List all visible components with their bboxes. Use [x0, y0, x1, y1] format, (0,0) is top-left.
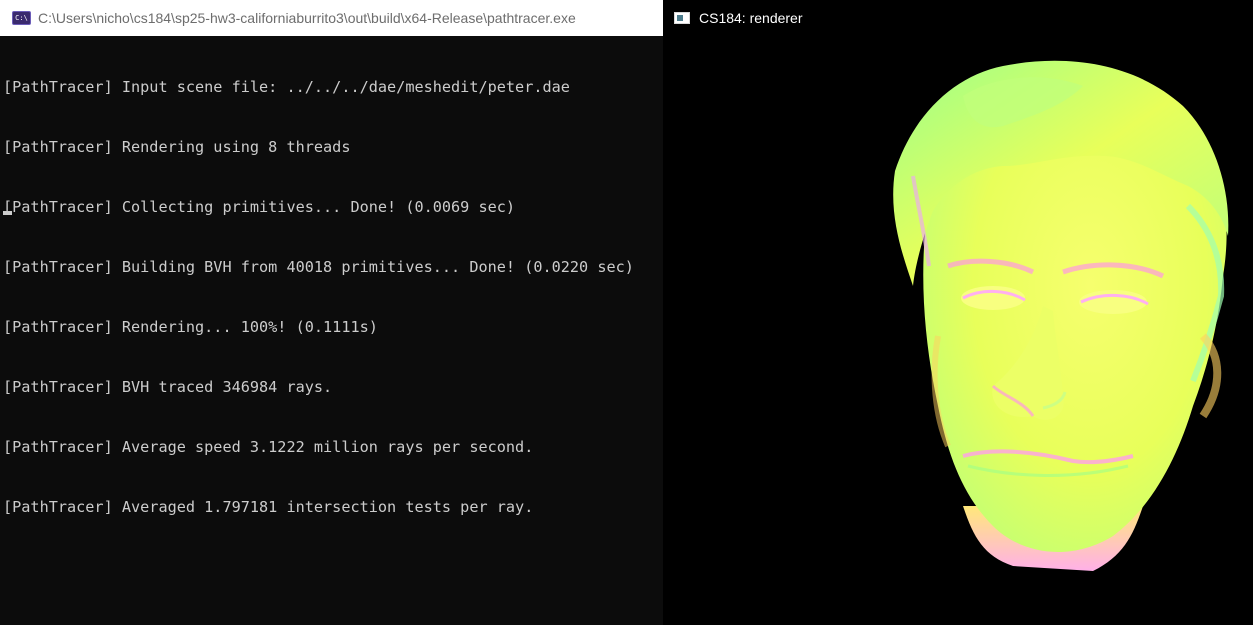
console-line: [PathTracer] Collecting primitives... Do… — [3, 198, 516, 216]
renderer-window-title: CS184: renderer — [699, 10, 803, 26]
console-app-icon: C:\ — [12, 11, 31, 25]
console-output[interactable]: [PathTracer] Input scene file: ../../../… — [0, 36, 663, 557]
console-line: [PathTracer] Average speed 3.1222 millio… — [3, 438, 534, 456]
rendered-head — [893, 60, 1229, 571]
console-titlebar[interactable]: C:\ C:\Users\nicho\cs184\sp25-hw3-califo… — [0, 0, 663, 36]
console-line: [PathTracer] Averaged 1.797181 intersect… — [3, 498, 534, 516]
render-viewport[interactable] — [663, 36, 1253, 625]
console-window-title: C:\Users\nicho\cs184\sp25-hw3-california… — [38, 10, 576, 26]
text-cursor — [3, 211, 12, 215]
console-line: [PathTracer] Building BVH from 40018 pri… — [3, 258, 634, 276]
renderer-titlebar[interactable]: CS184: renderer — [663, 0, 1253, 36]
console-window: C:\ C:\Users\nicho\cs184\sp25-hw3-califo… — [0, 0, 663, 625]
console-line: [PathTracer] Rendering... 100%! (0.1111s… — [3, 318, 378, 336]
app-window-icon — [674, 12, 690, 24]
console-line: [PathTracer] Input scene file: ../../../… — [3, 78, 570, 96]
console-line: [PathTracer] Rendering using 8 threads — [3, 138, 351, 156]
renderer-window: CS184: renderer — [663, 0, 1253, 625]
console-line: [PathTracer] BVH traced 346984 rays. — [3, 378, 333, 396]
